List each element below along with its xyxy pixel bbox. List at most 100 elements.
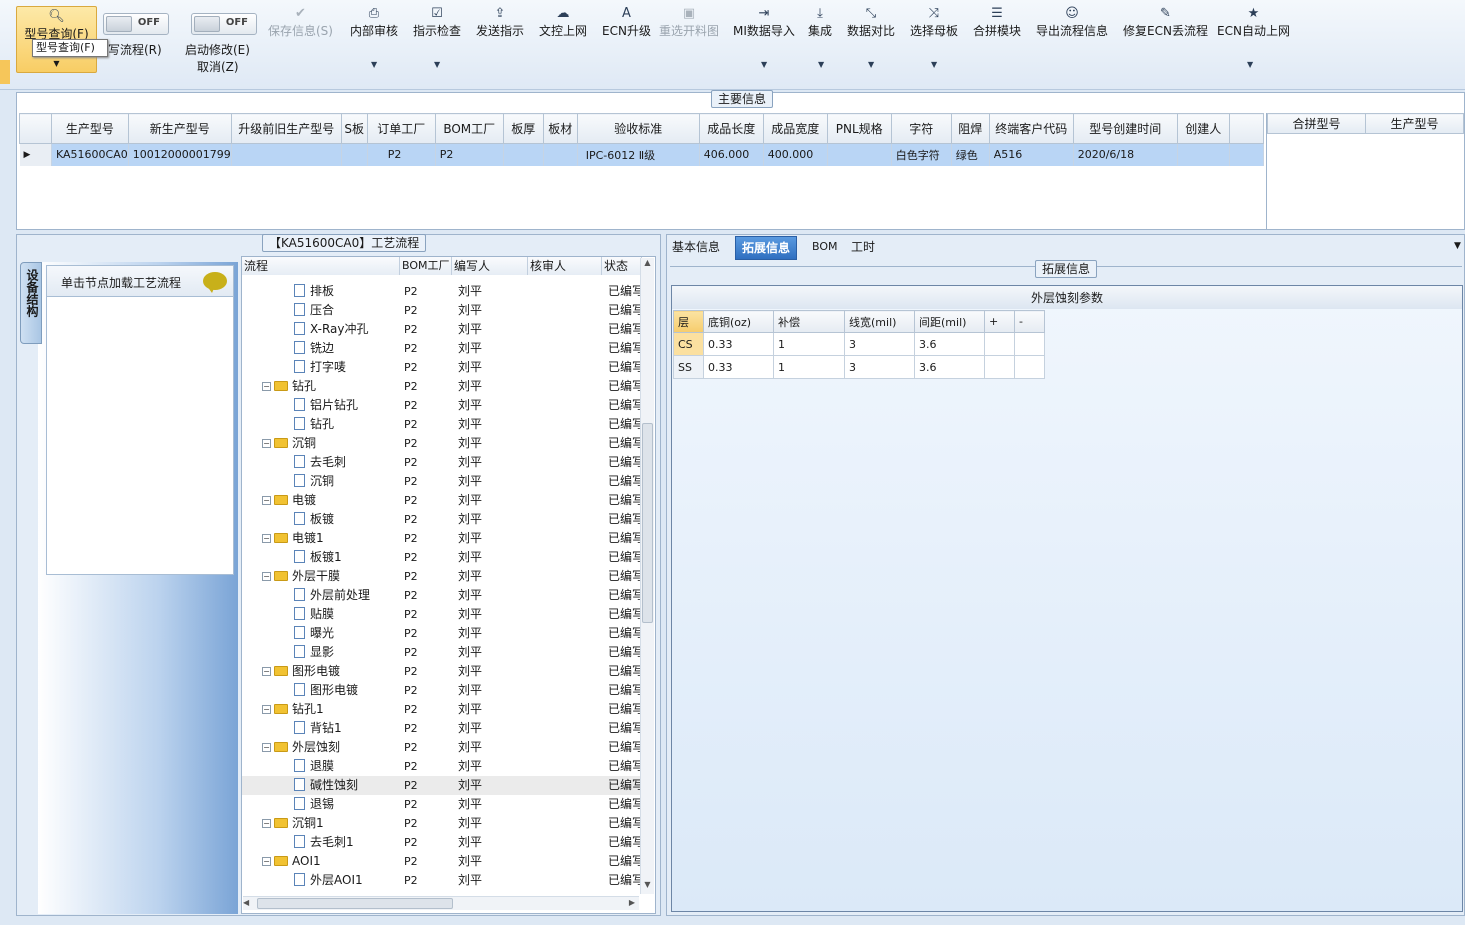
column-header[interactable]: 状态 (602, 257, 642, 275)
table-row[interactable]: SS 0.33 1 3 3.6 (673, 355, 1045, 379)
collapse-icon[interactable]: − (262, 819, 271, 828)
tree-row[interactable]: − 电镀1 P2 刘平 已编写 (242, 529, 640, 548)
collapse-icon[interactable]: − (262, 743, 271, 752)
column-header[interactable]: 核审人 (528, 257, 602, 275)
chevron-down-icon[interactable]: ▼ (1454, 241, 1461, 251)
remove-row-button[interactable]: - (1014, 310, 1045, 333)
tree-row[interactable]: 背钻1 P2 刘平 已编写 (242, 719, 640, 738)
tree-row[interactable]: 铣边 P2 刘平 已编写 (242, 339, 640, 358)
compare-button[interactable]: ⤡ 数据对比 (847, 6, 895, 39)
column-header[interactable]: 验收标准 (576, 113, 700, 144)
collapse-icon[interactable]: − (262, 496, 271, 505)
column-header[interactable]: 线宽(mil) (844, 310, 915, 333)
tree-row[interactable]: − 外层蚀刻 P2 刘平 已编写 (242, 738, 640, 757)
tree-row[interactable]: 图形电镀 P2 刘平 已编写 (242, 681, 640, 700)
collapse-icon[interactable]: − (262, 572, 271, 581)
scroll-right-icon[interactable]: ▶ (629, 898, 635, 907)
column-header[interactable]: 新生产型号 (127, 113, 232, 144)
scroll-left-icon[interactable]: ◀ (243, 898, 249, 907)
tree-row[interactable]: 打字唛 P2 刘平 已编写 (242, 358, 640, 377)
collapse-icon[interactable]: − (262, 439, 271, 448)
table-row[interactable]: CS 0.33 1 3 3.6 (673, 332, 1045, 356)
tree-row[interactable]: 碱性蚀刻 P2 刘平 已编写 (242, 776, 640, 795)
column-header[interactable]: 阻焊 (950, 113, 990, 144)
chevron-down-icon[interactable]: ▼ (761, 60, 767, 69)
scroll-thumb[interactable] (642, 423, 653, 623)
chevron-down-icon[interactable]: ▼ (931, 60, 937, 69)
tree-row[interactable]: − 钻孔 P2 刘平 已编写 (242, 377, 640, 396)
save-button[interactable]: ✔ 保存信息(S) (268, 6, 333, 39)
chevron-down-icon[interactable]: ▼ (868, 60, 874, 69)
cancel-button[interactable]: 取消(Z) (197, 58, 239, 75)
ecn-auto-button[interactable]: ★ ECN自动上网 (1217, 6, 1290, 39)
tree-row[interactable]: 去毛刺1 P2 刘平 已编写 (242, 833, 640, 852)
select-master-button[interactable]: ⤨ 选择母板 (910, 6, 958, 39)
column-header[interactable]: S板 (340, 113, 368, 144)
tree-row[interactable]: 曝光 P2 刘平 已编写 (242, 624, 640, 643)
column-header[interactable]: BOM工厂 (434, 113, 504, 144)
column-header[interactable]: 板厚 (502, 113, 544, 144)
tree-row[interactable]: 去毛刺 P2 刘平 已编写 (242, 453, 640, 472)
chat-bubble-icon[interactable] (203, 272, 227, 293)
chevron-down-icon[interactable]: ▼ (1247, 60, 1253, 69)
column-header[interactable]: BOM工厂 (400, 257, 452, 275)
collapse-icon[interactable]: − (262, 534, 271, 543)
tree-row[interactable]: 压合 P2 刘平 已编写 (242, 301, 640, 320)
integrate-button[interactable]: ⤓ 集成 (808, 6, 832, 39)
mi-import-button[interactable]: ⇥ MI数据导入 (733, 6, 795, 39)
column-header[interactable]: PNL规格 (826, 113, 892, 144)
tree-row[interactable]: 外层AOI1 P2 刘平 已编写 (242, 871, 640, 890)
write-flow-toggle[interactable]: OFF (103, 13, 169, 35)
column-header[interactable]: 生产型号 (1365, 113, 1464, 134)
column-header[interactable]: 创建人 (1176, 113, 1230, 144)
export-flow-button[interactable]: ☺ 导出流程信息 (1036, 6, 1108, 39)
collapse-icon[interactable]: − (262, 705, 271, 714)
tab-work-hours[interactable]: 工时 (845, 236, 881, 260)
column-header[interactable]: 补偿 (773, 310, 845, 333)
chevron-down-icon[interactable]: ▼ (434, 60, 440, 69)
column-header[interactable]: 板材 (542, 113, 578, 144)
chevron-down-icon[interactable]: ▼ (371, 60, 377, 69)
tree-row[interactable]: − 外层干膜 P2 刘平 已编写 (242, 567, 640, 586)
tree-row[interactable]: − 电镀 P2 刘平 已编写 (242, 491, 640, 510)
tree-row[interactable]: X-Ray冲孔 P2 刘平 已编写 (242, 320, 640, 339)
tree-row[interactable]: − 钻孔1 P2 刘平 已编写 (242, 700, 640, 719)
tab-bom[interactable]: BOM (806, 236, 844, 260)
ecn-upgrade-button[interactable]: A ECN升级 (602, 6, 651, 39)
tree-vertical-scrollbar[interactable]: ▲ ▼ (640, 258, 654, 894)
internal-review-button[interactable]: ⎙ 内部审核 (350, 6, 398, 39)
column-header[interactable]: 生产型号 (51, 113, 129, 144)
add-row-button[interactable]: + (984, 310, 1015, 333)
tree-row[interactable]: 显影 P2 刘平 已编写 (242, 643, 640, 662)
tree-row[interactable]: − AOI1 P2 刘平 已编写 (242, 852, 640, 871)
tree-row[interactable]: 板镀 P2 刘平 已编写 (242, 510, 640, 529)
start-edit-toggle[interactable]: OFF (191, 13, 257, 35)
tree-horizontal-scrollbar[interactable]: ◀ ▶ (243, 896, 639, 910)
column-header[interactable]: 编写人 (452, 257, 528, 275)
column-header[interactable]: 合拼型号 (1267, 113, 1366, 134)
reselect-button[interactable]: ▣ 重选开料图 (659, 6, 719, 39)
tree-row[interactable]: 沉铜 P2 刘平 已编写 (242, 472, 640, 491)
tree-row[interactable]: 板镀1 P2 刘平 已编写 (242, 548, 640, 567)
check-button[interactable]: ☑ 指示检查 (413, 6, 461, 39)
tab-extended-info[interactable]: 拓展信息 (735, 236, 798, 260)
scroll-down-icon[interactable]: ▼ (641, 880, 654, 894)
tree-row[interactable]: 钻孔 P2 刘平 已编写 (242, 415, 640, 434)
collapse-icon[interactable]: − (262, 667, 271, 676)
column-header[interactable]: 终端客户代码 (988, 113, 1074, 144)
column-header[interactable]: 间距(mil) (914, 310, 985, 333)
column-header[interactable]: 流程 (242, 257, 400, 275)
tree-row[interactable]: 贴膜 P2 刘平 已编写 (242, 605, 640, 624)
tree-row[interactable]: − 沉铜1 P2 刘平 已编写 (242, 814, 640, 833)
tree-row[interactable]: − 图形电镀 P2 刘平 已编写 (242, 662, 640, 681)
send-button[interactable]: ⇪ 发送指示 (476, 6, 524, 39)
fix-ecn-button[interactable]: ✎ 修复ECN丢流程 (1123, 6, 1208, 39)
scroll-thumb[interactable] (257, 898, 453, 909)
column-header[interactable]: 型号创建时间 (1072, 113, 1178, 144)
tree-row[interactable]: 外层前处理 P2 刘平 已编写 (242, 586, 640, 605)
tree-row[interactable]: 退膜 P2 刘平 已编写 (242, 757, 640, 776)
column-header[interactable]: 订单工厂 (366, 113, 436, 144)
column-header[interactable]: 成品宽度 (762, 113, 828, 144)
merge-module-button[interactable]: ☰ 合拼模块 (973, 6, 1021, 39)
tree-row[interactable]: 退锡 P2 刘平 已编写 (242, 795, 640, 814)
